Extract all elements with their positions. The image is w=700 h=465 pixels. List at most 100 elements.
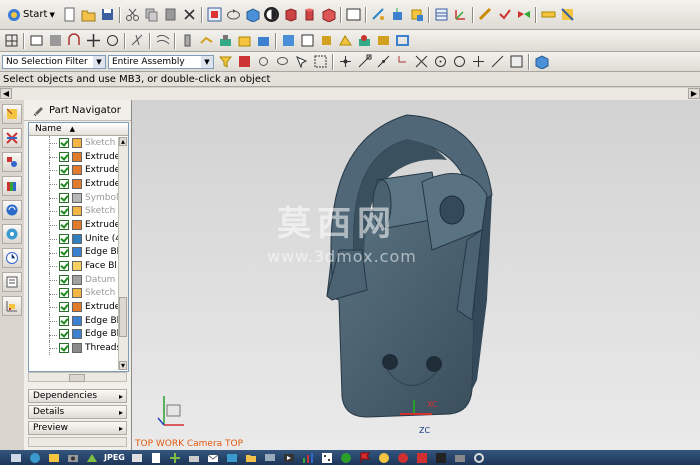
visibility-checkbox[interactable]: [59, 206, 69, 217]
constraint-icon[interactable]: [105, 33, 120, 48]
tree-item[interactable]: Extrude: [29, 163, 128, 178]
scroll-thumb[interactable]: [69, 374, 85, 382]
box-icon[interactable]: [283, 7, 298, 22]
rotate-view-icon[interactable]: [226, 7, 241, 22]
visibility-checkbox[interactable]: [59, 343, 69, 354]
globe-icon[interactable]: [28, 452, 41, 464]
tree-item[interactable]: Extrude: [29, 218, 128, 232]
monitor-icon[interactable]: [264, 452, 277, 464]
feature-op-icon[interactable]: [338, 33, 353, 48]
tree-item[interactable]: Extrude: [29, 177, 128, 191]
document-icon[interactable]: [150, 452, 163, 464]
offset-curve-icon[interactable]: [155, 33, 170, 48]
grid-icon[interactable]: [48, 33, 63, 48]
visibility-checkbox[interactable]: [59, 192, 69, 203]
save-icon[interactable]: [100, 7, 115, 22]
part-navigator-tab[interactable]: [2, 152, 22, 172]
pattern-icon[interactable]: [560, 7, 575, 22]
visibility-checkbox[interactable]: [59, 233, 69, 244]
network-icon[interactable]: [85, 452, 98, 464]
assembly-navigator-tab[interactable]: [2, 104, 22, 124]
flag-icon[interactable]: [359, 452, 372, 464]
shell-icon[interactable]: [395, 33, 410, 48]
trim-icon[interactable]: [130, 33, 145, 48]
pad-icon[interactable]: [281, 33, 296, 48]
hole-icon[interactable]: [218, 33, 233, 48]
visibility-checkbox[interactable]: [59, 247, 69, 258]
tree-item[interactable]: Threads: [29, 341, 128, 355]
folder-icon[interactable]: [245, 452, 258, 464]
sew-icon[interactable]: [199, 33, 214, 48]
scroll-thumb[interactable]: [119, 297, 127, 337]
tree-item[interactable]: Unite (4: [29, 231, 128, 246]
chart-icon[interactable]: [302, 452, 315, 464]
details-panel[interactable]: Details ▸: [28, 405, 127, 419]
scroll-right-icon[interactable]: ▶: [688, 88, 700, 99]
sketch-icon[interactable]: [371, 7, 386, 22]
chamfer-icon[interactable]: [376, 33, 391, 48]
scroll-left-icon[interactable]: ◀: [0, 88, 12, 99]
visibility-checkbox[interactable]: [59, 137, 69, 148]
extrude-icon[interactable]: [390, 7, 405, 22]
feature-select-icon[interactable]: [237, 54, 252, 69]
info-icon[interactable]: [378, 452, 391, 464]
tree-item[interactable]: Datum: [29, 272, 128, 287]
player-icon[interactable]: [283, 452, 296, 464]
revolve-icon[interactable]: [409, 7, 424, 22]
ruler-icon[interactable]: [541, 7, 556, 22]
new-file-icon[interactable]: [62, 7, 77, 22]
analysis-icon[interactable]: [497, 7, 512, 22]
delete-icon[interactable]: [182, 7, 197, 22]
rectangle-icon[interactable]: [29, 33, 44, 48]
history-tab[interactable]: [2, 224, 22, 244]
crosshair-icon[interactable]: [86, 33, 101, 48]
visibility-checkbox[interactable]: [59, 165, 69, 176]
frame-icon[interactable]: [346, 7, 361, 22]
window-icon[interactable]: [9, 452, 22, 464]
tree-item[interactable]: Extrude: [29, 149, 128, 164]
visibility-checkbox[interactable]: [59, 151, 69, 162]
plus-icon[interactable]: [169, 452, 182, 464]
cylinder-icon[interactable]: [302, 7, 317, 22]
tree-item[interactable]: Edge Bl: [29, 313, 128, 328]
scroll-up-icon[interactable]: ▴: [119, 137, 127, 146]
pin-icon[interactable]: [32, 104, 44, 116]
picture-icon[interactable]: [226, 452, 239, 464]
constraint-navigator-tab[interactable]: [2, 128, 22, 148]
tree-item[interactable]: Edge Bl: [29, 245, 128, 260]
visibility-checkbox[interactable]: [59, 178, 69, 189]
mail-icon[interactable]: [207, 452, 220, 464]
open-folder-icon[interactable]: [81, 7, 96, 22]
filter-icon[interactable]: [218, 54, 233, 69]
point-on-face-icon[interactable]: [509, 54, 524, 69]
end-point-icon[interactable]: [357, 54, 372, 69]
layer-icon[interactable]: [434, 7, 449, 22]
cut-icon[interactable]: [125, 7, 140, 22]
selection-scope-dropdown[interactable]: Entire Assembly ▼: [108, 54, 214, 69]
tree-item[interactable]: Sketch: [29, 204, 128, 219]
box-select-icon[interactable]: [313, 54, 328, 69]
fit-view-icon[interactable]: [207, 7, 222, 22]
camera-icon[interactable]: [66, 452, 79, 464]
visibility-checkbox[interactable]: [59, 302, 69, 313]
tree-item[interactable]: Symbol: [29, 190, 128, 205]
arc-center-icon[interactable]: [433, 54, 448, 69]
slot-icon[interactable]: [300, 33, 315, 48]
assembly-icon[interactable]: [534, 54, 549, 69]
tree-horizontal-scrollbar[interactable]: [28, 372, 127, 382]
square-icon[interactable]: [416, 452, 429, 464]
settings-icon[interactable]: [473, 452, 486, 464]
dependencies-panel[interactable]: Dependencies ▸: [28, 389, 127, 403]
tree-item[interactable]: Extrude: [29, 300, 128, 314]
select-body-icon[interactable]: [294, 54, 309, 69]
tree-vertical-scrollbar[interactable]: ▴ ▾: [118, 137, 128, 370]
boss-icon[interactable]: [237, 33, 252, 48]
panel-horizontal-scrollbar[interactable]: [28, 437, 127, 447]
visibility-checkbox[interactable]: [59, 261, 69, 272]
edge-blend-icon[interactable]: [357, 33, 372, 48]
terminal-icon[interactable]: [435, 452, 448, 464]
tree-item[interactable]: Sketch: [29, 286, 128, 301]
block-icon[interactable]: [321, 7, 336, 22]
preview-panel[interactable]: Preview ▸: [28, 421, 127, 435]
roles-tab[interactable]: [2, 296, 22, 316]
